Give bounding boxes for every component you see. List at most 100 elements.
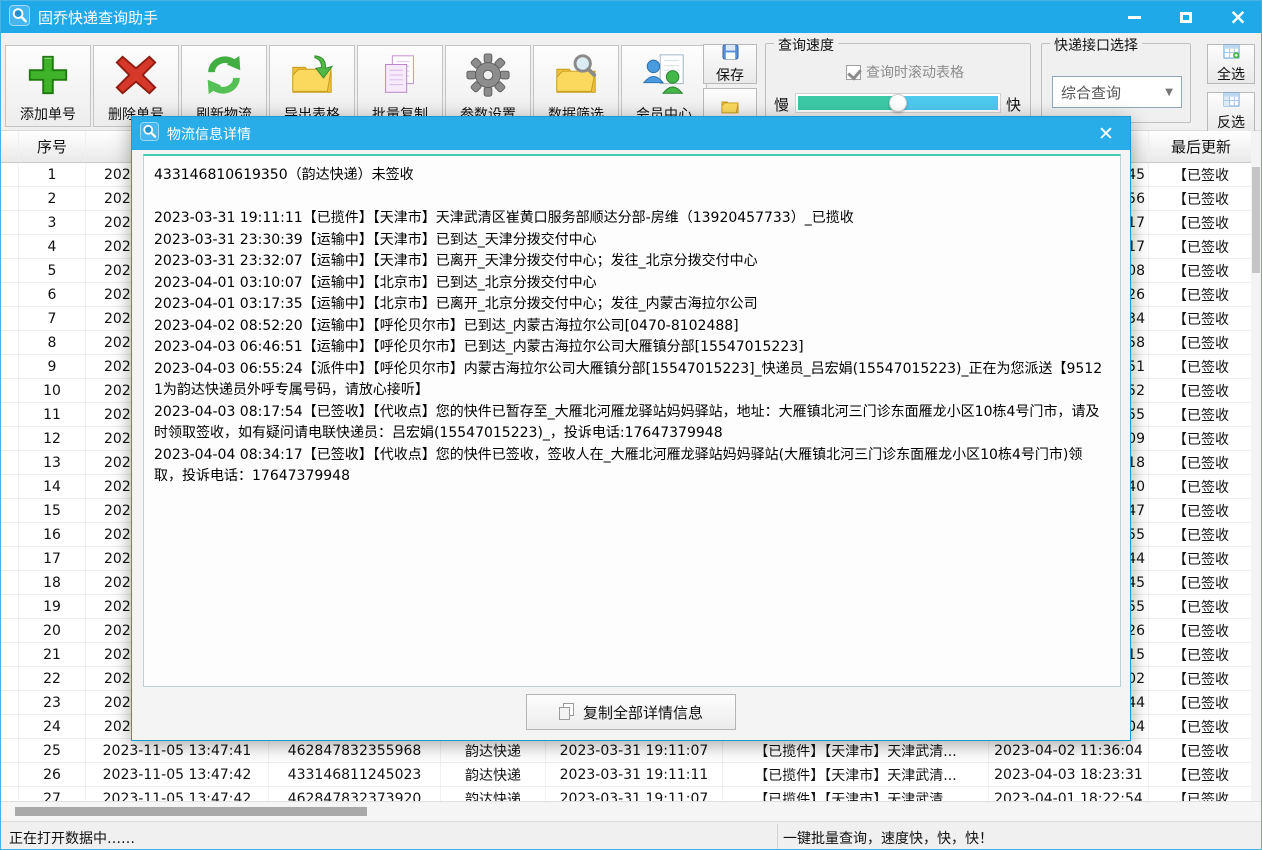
query-speed-title: 查询速度 <box>774 35 838 55</box>
seq-cell: 17 <box>19 547 86 570</box>
row-selector-cell[interactable] <box>1 547 19 570</box>
refresh-logistics-button[interactable]: 刷新物流 <box>181 45 267 127</box>
settings-button[interactable]: 参数设置 <box>445 45 531 127</box>
first-scan-cell: 2023-03-31 19:11:07 <box>546 787 723 801</box>
horizontal-scrollbar[interactable] <box>1 801 1262 821</box>
plus-icon <box>25 46 71 104</box>
row-selector-cell[interactable] <box>1 763 19 786</box>
horizontal-scrollbar-thumb[interactable] <box>15 807 367 816</box>
invert-select-button[interactable]: 反选 <box>1207 92 1255 132</box>
logistics-detail-dialog: 物流信息详情 ✕ 433146810619350（韵达快递）未签收2023-03… <box>131 116 1131 741</box>
api-selected-value: 综合查询 <box>1061 82 1121 103</box>
row-selector-cell[interactable] <box>1 523 19 546</box>
window-title: 固乔快递查询助手 <box>38 7 158 28</box>
seq-cell: 13 <box>19 451 86 474</box>
row-selector-cell[interactable] <box>1 451 19 474</box>
seq-cell: 25 <box>19 739 86 762</box>
row-selector-cell[interactable] <box>1 691 19 714</box>
status-cell: 【已签收 <box>1149 667 1253 690</box>
row-selector-cell[interactable] <box>1 235 19 258</box>
seq-column-header[interactable]: 序号 <box>19 131 86 162</box>
data-filter-button[interactable]: 数据筛选 <box>533 45 619 127</box>
vertical-scrollbar-thumb[interactable] <box>1252 167 1260 273</box>
row-selector-cell[interactable] <box>1 307 19 330</box>
row-selector-cell[interactable] <box>1 283 19 306</box>
seq-cell: 4 <box>19 235 86 258</box>
delete-numbers-button[interactable]: 删除单号 <box>93 45 179 127</box>
slider-thumb[interactable] <box>889 94 907 112</box>
speed-slider[interactable] <box>796 94 1000 112</box>
tracking-no-cell: 462847832355968 <box>269 739 441 762</box>
row-selector-cell[interactable] <box>1 331 19 354</box>
row-selector-cell[interactable] <box>1 571 19 594</box>
seq-cell: 27 <box>19 787 86 801</box>
status-cell: 【已签收 <box>1149 787 1253 801</box>
row-selector-cell[interactable] <box>1 619 19 642</box>
checkbox-label: 查询时滚动表格 <box>866 62 964 82</box>
row-selector-cell[interactable] <box>1 715 19 738</box>
status-cell: 【已签收 <box>1149 283 1253 306</box>
row-selector-cell[interactable] <box>1 163 19 186</box>
dialog-text[interactable]: 433146810619350（韵达快递）未签收2023-03-31 19:11… <box>143 154 1121 687</box>
minimize-button[interactable] <box>1121 6 1147 28</box>
seq-cell: 1 <box>19 163 86 186</box>
row-selector-cell[interactable] <box>1 403 19 426</box>
status-cell: 【已签收 <box>1149 403 1253 426</box>
row-selector-cell[interactable] <box>1 643 19 666</box>
row-selector-cell[interactable] <box>1 187 19 210</box>
last-update-time-cell: 2023-04-02 11:36:04 <box>989 739 1149 762</box>
vertical-scrollbar[interactable] <box>1251 131 1261 801</box>
gear-icon <box>465 46 511 104</box>
folder-search-icon <box>553 46 599 104</box>
row-selector-cell[interactable] <box>1 427 19 450</box>
courier-cell: 韵达快递 <box>441 739 546 762</box>
api-select-dropdown[interactable]: 综合查询 ▼ <box>1052 76 1182 108</box>
first-scan-cell: 2023-03-31 19:11:07 <box>546 739 723 762</box>
copy-all-details-button[interactable]: 复制全部详情信息 <box>526 694 736 730</box>
logistics-cell: 【已揽件】【天津市】天津武清... <box>723 763 989 786</box>
app-window: 固乔快递查询助手 × 添加单号 删除单号 刷新物流 <box>0 0 1262 850</box>
select-all-button[interactable]: 全选 <box>1207 44 1255 84</box>
row-selector-cell[interactable] <box>1 475 19 498</box>
row-selector-header[interactable] <box>1 131 19 162</box>
row-selector-cell[interactable] <box>1 355 19 378</box>
dialog-line: 2023-04-04 08:34:17【已签收】【代收点】您的快件已签收，签收人… <box>154 445 1110 488</box>
last-update-column-header[interactable]: 最后更新 <box>1149 131 1253 162</box>
table-row[interactable]: 27 2023-11-05 13:47:42 462847832373920 韵… <box>1 787 1253 801</box>
status-cell: 【已签收 <box>1149 355 1253 378</box>
row-selector-cell[interactable] <box>1 259 19 282</box>
seq-cell: 16 <box>19 523 86 546</box>
export-table-button[interactable]: 导出表格 <box>269 45 355 127</box>
tracking-no-cell: 433146811245023 <box>269 763 441 786</box>
close-button[interactable]: × <box>1225 6 1251 28</box>
member-center-button[interactable]: 会员中心 <box>621 45 707 127</box>
copy-icon <box>559 703 575 721</box>
row-selector-cell[interactable] <box>1 499 19 522</box>
save-button[interactable]: 保存 <box>703 44 757 84</box>
row-selector-cell[interactable] <box>1 739 19 762</box>
seq-cell: 7 <box>19 307 86 330</box>
seq-cell: 6 <box>19 283 86 306</box>
open-folder-icon <box>721 99 739 118</box>
last-update-time-cell: 2023-04-01 18:22:54 <box>989 787 1149 801</box>
row-selector-cell[interactable] <box>1 379 19 402</box>
dialog-close-icon[interactable]: ✕ <box>1094 122 1118 146</box>
scroll-while-query-checkbox[interactable]: 查询时滚动表格 <box>846 62 964 82</box>
table-row[interactable]: 26 2023-11-05 13:47:42 433146811245023 韵… <box>1 763 1253 787</box>
seq-cell: 14 <box>19 475 86 498</box>
table-row[interactable]: 25 2023-11-05 13:47:41 462847832355968 韵… <box>1 739 1253 763</box>
row-selector-cell[interactable] <box>1 667 19 690</box>
row-selector-cell[interactable] <box>1 787 19 801</box>
query-time-cell: 2023-11-05 13:47:41 <box>86 739 269 762</box>
fast-label: 快 <box>1006 94 1021 115</box>
row-selector-cell[interactable] <box>1 595 19 618</box>
batch-copy-button[interactable]: 批量复制 <box>357 45 443 127</box>
seq-cell: 20 <box>19 619 86 642</box>
row-selector-cell[interactable] <box>1 211 19 234</box>
status-cell: 【已签收 <box>1149 163 1253 186</box>
add-numbers-button[interactable]: 添加单号 <box>5 45 91 127</box>
status-cell: 【已签收 <box>1149 571 1253 594</box>
status-cell: 【已签收 <box>1149 643 1253 666</box>
maximize-button[interactable] <box>1173 6 1199 28</box>
seq-cell: 26 <box>19 763 86 786</box>
